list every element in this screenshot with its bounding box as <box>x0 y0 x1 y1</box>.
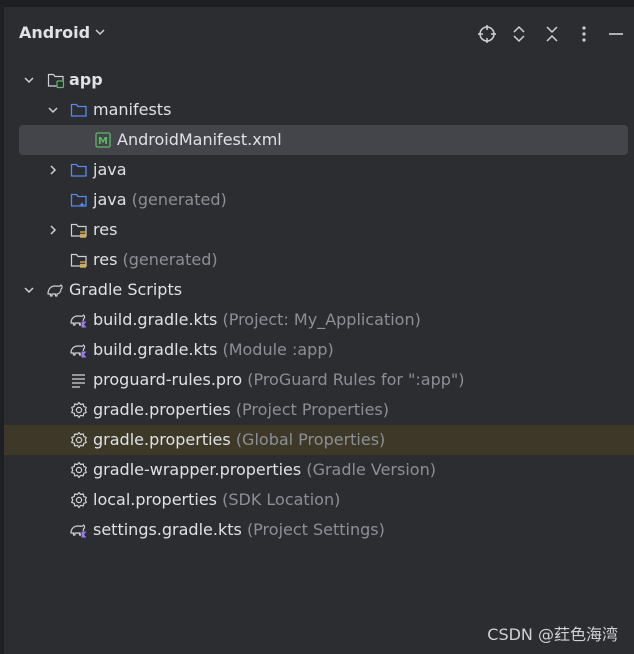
tree-label: local.properties (SDK Location) <box>93 490 341 509</box>
tree-label: java (generated) <box>93 190 227 209</box>
chevron-right-icon[interactable] <box>46 163 60 177</box>
collapse-all-icon[interactable] <box>542 24 562 44</box>
expand-all-icon[interactable] <box>509 24 529 44</box>
locate-icon[interactable] <box>477 24 497 44</box>
tree-label: Gradle Scripts <box>69 280 183 299</box>
tree-row-app[interactable]: app <box>0 65 634 95</box>
resource-folder-icon <box>70 223 87 238</box>
watermark-text: CSDN @荭色海湾 <box>487 625 618 644</box>
manifest-icon: M <box>95 132 111 148</box>
tree-label: proguard-rules.pro (ProGuard Rules for "… <box>93 370 465 389</box>
tree-row-manifests[interactable]: manifests <box>0 95 634 125</box>
tree-hint: (Gradle Version) <box>306 460 436 479</box>
chevron-down-icon[interactable] <box>93 25 107 39</box>
tree-label: build.gradle.kts (Project: My_Applicatio… <box>93 310 421 329</box>
svg-text:M: M <box>98 136 108 147</box>
tree-hint: (ProGuard Rules for ":app") <box>247 370 465 389</box>
text-file-icon <box>72 374 85 388</box>
panel-title[interactable]: Android <box>19 23 90 42</box>
gradle-kotlin-icon <box>70 524 87 538</box>
gradle-kotlin-icon <box>70 314 87 328</box>
tree-row-gradle-properties-global[interactable]: gradle.properties (Global Properties) <box>0 425 634 455</box>
tree-row-settings-gradle[interactable]: settings.gradle.kts (Project Settings) <box>0 515 634 545</box>
tree-row-gradle-properties-project[interactable]: gradle.properties (Project Properties) <box>0 395 634 425</box>
tree-label: manifests <box>93 100 172 119</box>
tree-row-res[interactable]: res <box>0 215 634 245</box>
tree-row-java[interactable]: java <box>0 155 634 185</box>
chevron-down-icon[interactable] <box>46 103 60 117</box>
tree-label: settings.gradle.kts (Project Settings) <box>93 520 385 539</box>
gradle-elephant-icon <box>47 284 63 297</box>
tree-label: java <box>93 160 127 179</box>
more-options-icon[interactable] <box>574 24 594 44</box>
tree-row-build-gradle-module[interactable]: build.gradle.kts (Module :app) <box>0 335 634 365</box>
panel-header: Android <box>0 18 634 50</box>
chevron-down-icon[interactable] <box>22 73 36 87</box>
gear-icon <box>71 401 87 419</box>
tree-label: gradle.properties (Global Properties) <box>93 430 386 449</box>
tree-hint: (Project Settings) <box>246 520 385 539</box>
folder-icon <box>70 163 87 177</box>
tree-label: gradle.properties (Project Properties) <box>93 400 389 419</box>
tree-label: res (generated) <box>93 250 218 269</box>
tree-row-proguard[interactable]: proguard-rules.pro (ProGuard Rules for "… <box>0 365 634 395</box>
tree-hint: (Project Properties) <box>235 400 389 419</box>
tree-row-build-gradle-project[interactable]: build.gradle.kts (Project: My_Applicatio… <box>0 305 634 335</box>
tree-row-res-generated[interactable]: res (generated) <box>0 245 634 275</box>
tree-row-local-properties[interactable]: local.properties (SDK Location) <box>0 485 634 515</box>
tree-label: build.gradle.kts (Module :app) <box>93 340 334 359</box>
resource-folder-icon <box>70 253 87 268</box>
module-folder-icon <box>47 73 65 89</box>
gear-icon <box>71 461 87 479</box>
tree-label: gradle-wrapper.properties (Gradle Versio… <box>93 460 436 479</box>
chevron-down-icon[interactable] <box>22 283 36 297</box>
folder-icon <box>70 103 87 117</box>
tree-label: AndroidManifest.xml <box>117 130 282 149</box>
tree-row-android-manifest[interactable]: M AndroidManifest.xml <box>0 125 634 155</box>
tree-row-gradle-scripts[interactable]: Gradle Scripts <box>0 275 634 305</box>
tree-row-gradle-wrapper[interactable]: gradle-wrapper.properties (Gradle Versio… <box>0 455 634 485</box>
tree-label: res <box>93 220 118 239</box>
tree-hint: (generated) <box>131 190 227 209</box>
top-border <box>0 0 634 7</box>
tree-hint: (SDK Location) <box>222 490 341 509</box>
gear-icon <box>71 491 87 509</box>
chevron-right-icon[interactable] <box>46 223 60 237</box>
tree-label: app <box>69 70 103 89</box>
tree-row-java-generated[interactable]: java (generated) <box>0 185 634 215</box>
hide-icon[interactable] <box>606 24 626 44</box>
tree-hint: (Project: My_Application) <box>222 310 421 329</box>
generated-folder-icon <box>70 193 87 208</box>
gradle-kotlin-icon <box>70 344 87 358</box>
tree-hint: (Global Properties) <box>235 430 386 449</box>
tree-hint: (generated) <box>122 250 218 269</box>
tree-hint: (Module :app) <box>222 340 334 359</box>
gear-icon <box>71 431 87 449</box>
